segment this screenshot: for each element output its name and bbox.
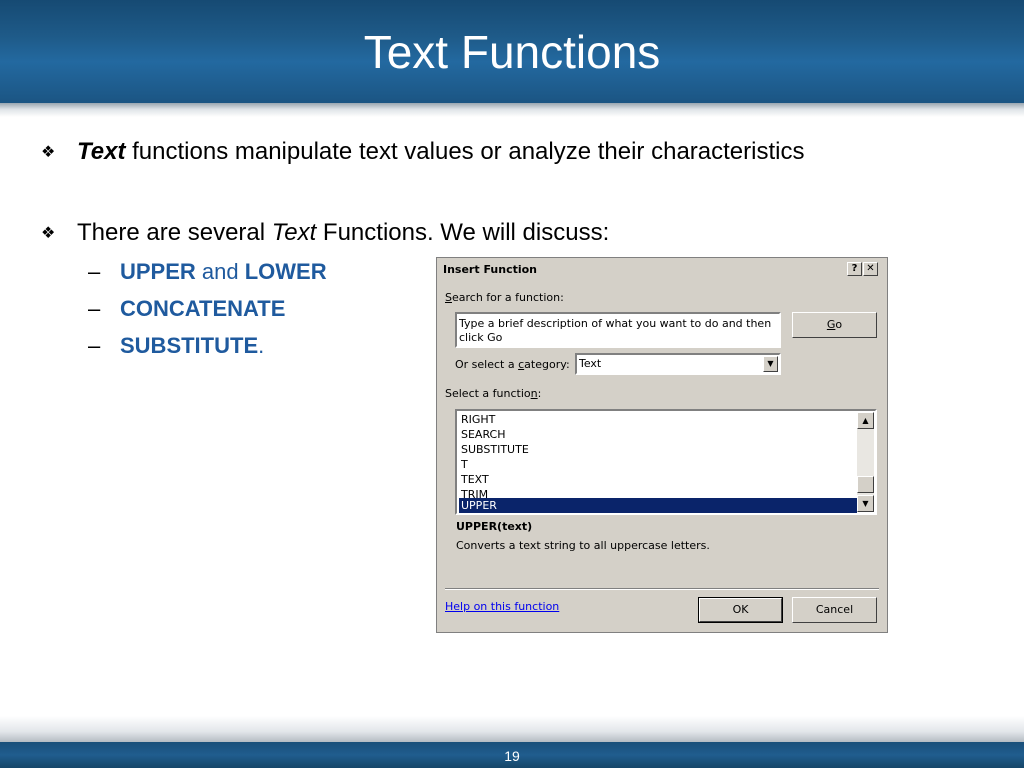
search-input[interactable]: Type a brief description of what you wan… <box>455 312 781 348</box>
page-number: 19 <box>504 748 520 764</box>
keyword-lower: LOWER <box>244 259 327 284</box>
dialog-divider <box>445 588 879 590</box>
header-shadow <box>0 103 1024 117</box>
search-label-accel: S <box>445 291 452 304</box>
list-item[interactable]: SEARCH <box>459 427 855 442</box>
select-function-label: Select a function: <box>445 387 541 400</box>
bullet2-after: Functions. We will discuss: <box>316 219 610 246</box>
search-label-rest: earch for a function: <box>451 291 564 304</box>
sub-bullet-substitute: – SUBSTITUTE. <box>88 331 265 361</box>
go-button[interactable]: Go <box>792 312 877 338</box>
cancel-button[interactable]: Cancel <box>792 597 877 623</box>
bullet1-rest: functions manipulate text values or anal… <box>125 138 805 165</box>
category-label-b: ategory: <box>524 358 570 371</box>
function-description: Converts a text string to all uppercase … <box>456 539 710 552</box>
scroll-down-icon[interactable]: ▼ <box>857 495 874 512</box>
bullet2-before: There are several <box>77 219 272 246</box>
search-input-value: Type a brief description of what you wan… <box>459 317 772 344</box>
sub-bullet-upper-lower: – UPPER and LOWER <box>88 257 327 287</box>
dash-marker: – <box>88 333 101 358</box>
select-label-b: : <box>537 387 542 400</box>
diamond-bullet-icon: ❖ <box>41 142 56 161</box>
help-question-icon[interactable]: ? <box>847 262 862 276</box>
chevron-down-icon[interactable]: ▼ <box>763 356 778 372</box>
insert-function-dialog: Insert Function ? ✕ Search for a functio… <box>436 257 888 633</box>
bullet-text-functions: ❖ Text functions manipulate text values … <box>41 136 805 168</box>
bullet-several-functions: ❖ There are several Text Functions. We w… <box>41 217 610 249</box>
scroll-thumb[interactable] <box>857 476 874 493</box>
go-rest: o <box>835 318 843 331</box>
dialog-title-bar: Insert Function ? ✕ <box>439 260 885 279</box>
category-select[interactable]: Text ▼ <box>575 353 781 375</box>
sub-bullet-concatenate: – CONCATENATE <box>88 294 286 324</box>
list-item[interactable]: SUBSTITUTE <box>459 442 855 457</box>
search-label: Search for a function: <box>445 291 564 304</box>
keyword-upper: UPPER <box>120 259 196 284</box>
sub3-tail: . <box>258 333 265 358</box>
dash-marker: – <box>88 259 101 284</box>
list-scrollbar[interactable]: ▲ ▼ <box>857 412 874 512</box>
keyword-substitute: SUBSTITUTE <box>120 333 259 358</box>
help-link[interactable]: Help on this function <box>445 600 559 613</box>
category-label-a: Or select a <box>455 358 519 371</box>
category-label: Or select a category: <box>455 358 570 371</box>
sub1-and: and <box>195 259 245 284</box>
dialog-title: Insert Function <box>443 263 538 276</box>
function-signature: UPPER(text) <box>456 520 533 533</box>
select-label-a: Select a functio <box>445 387 531 400</box>
list-item[interactable]: T <box>459 457 855 472</box>
scroll-up-icon[interactable]: ▲ <box>857 412 874 429</box>
close-icon[interactable]: ✕ <box>863 262 878 276</box>
bullet2-italic: Text <box>271 219 317 246</box>
slide-title: Text Functions <box>363 26 661 78</box>
ok-button[interactable]: OK <box>698 597 783 623</box>
diamond-bullet-icon: ❖ <box>41 223 56 242</box>
list-item[interactable]: TEXT <box>459 472 855 487</box>
category-select-value: Text <box>579 357 602 370</box>
footer-shadow <box>0 716 1024 742</box>
list-item[interactable]: RIGHT <box>459 412 855 427</box>
select-label-accel: n <box>530 387 538 400</box>
list-item-selected[interactable]: UPPER <box>459 498 857 513</box>
bullet1-italic: Text <box>77 138 126 165</box>
dash-marker: – <box>88 296 101 321</box>
keyword-concatenate: CONCATENATE <box>120 296 286 321</box>
function-list[interactable]: RIGHT SEARCH SUBSTITUTE T TEXT TRIM UPPE… <box>455 409 877 515</box>
